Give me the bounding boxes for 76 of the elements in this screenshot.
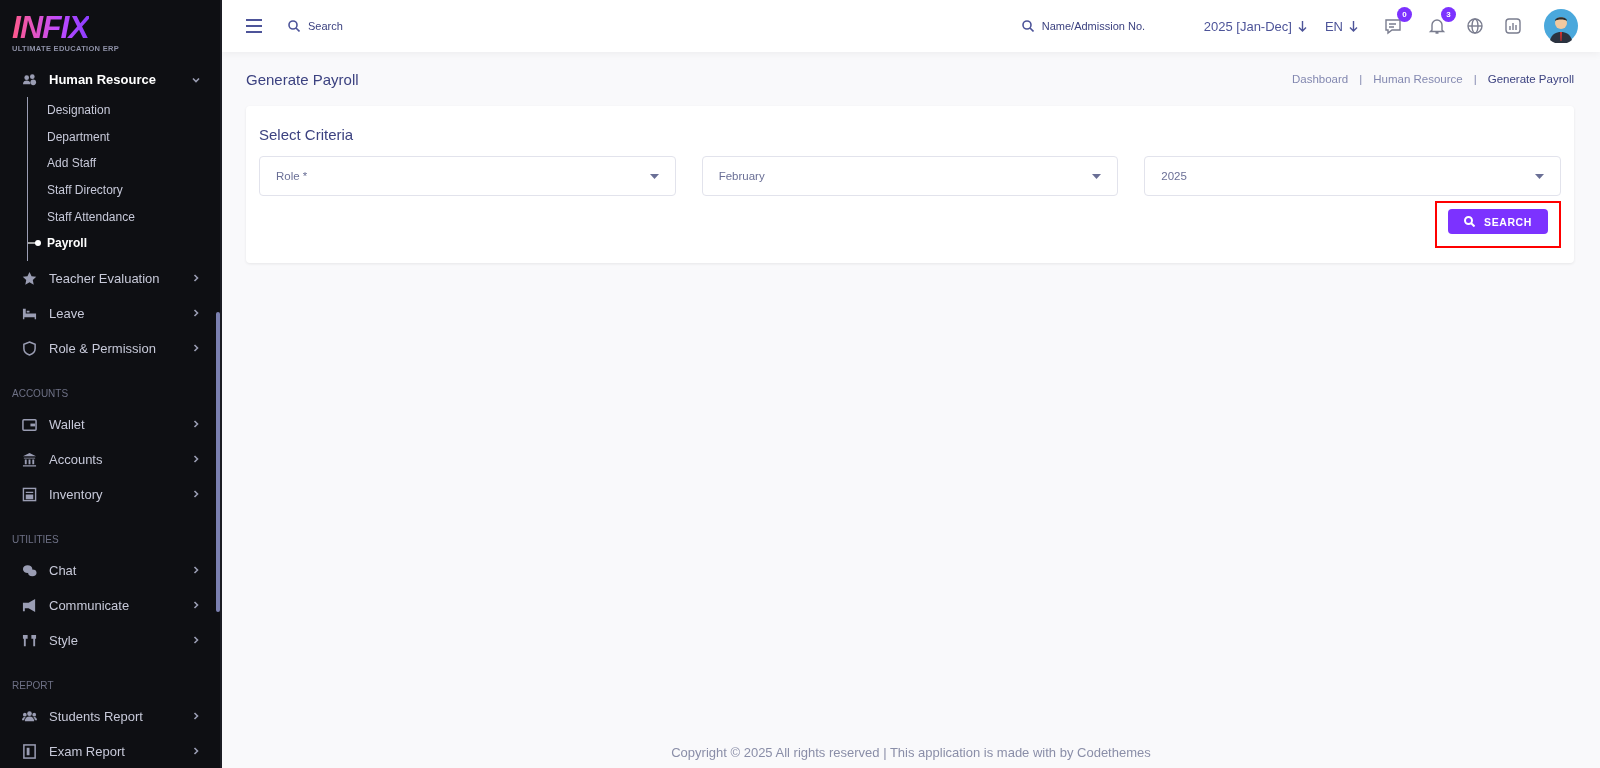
notification-count-badge: 3 xyxy=(1441,7,1456,22)
cabinet-icon xyxy=(22,486,37,502)
users-icon xyxy=(22,708,37,724)
sidebar-item[interactable]: Human Resource xyxy=(0,62,220,97)
report-icon xyxy=(22,743,37,759)
chevron-right-icon xyxy=(192,712,200,721)
message-icon[interactable] xyxy=(1384,17,1402,35)
sidebar-item[interactable]: Exam Report xyxy=(0,733,220,768)
select-field[interactable]: Role * xyxy=(259,156,676,196)
footer-text: Copyright © 2025 All rights reserved | This application is made with by Codethemes xyxy=(670,745,1152,762)
select-field[interactable]: 2025 xyxy=(1144,156,1561,196)
active-dot-icon xyxy=(28,240,41,247)
chevron-right-icon xyxy=(192,490,200,499)
chevron-down-icon xyxy=(192,75,200,84)
message-count-badge: 0 xyxy=(1397,7,1412,22)
breadcrumb-separator: | xyxy=(1359,73,1363,85)
chevron-right-icon xyxy=(192,455,200,464)
sidebar-item[interactable]: Communicate xyxy=(0,587,220,623)
sidebar-item[interactable]: Wallet xyxy=(0,406,220,442)
page-title: Generate Payroll xyxy=(246,70,360,88)
search-icon xyxy=(1464,216,1476,227)
chevron-right-icon xyxy=(192,566,200,575)
avatar[interactable] xyxy=(1544,9,1578,43)
sidebar-subitem[interactable]: Payroll xyxy=(28,229,220,257)
bell-icon[interactable] xyxy=(1428,17,1446,35)
chat-bubbles-icon xyxy=(22,562,37,578)
chevron-right-icon xyxy=(192,420,200,429)
sidebar-item[interactable]: Role & Permission xyxy=(0,330,220,366)
search-button[interactable]: SEARCH xyxy=(1448,209,1548,234)
breadcrumb-separator: | xyxy=(1473,73,1477,85)
sidebar-item[interactable]: Style xyxy=(0,622,220,658)
search-icon xyxy=(288,20,300,32)
chevron-right-icon xyxy=(192,601,200,610)
sidebar-subitem[interactable]: Department xyxy=(28,123,220,151)
chevron-right-icon xyxy=(192,636,200,645)
scrollbar-thumb[interactable] xyxy=(216,312,220,612)
sidebar-subitem[interactable]: Staff Directory xyxy=(28,176,220,204)
people-gear-icon xyxy=(22,72,37,87)
chevron-right-icon xyxy=(192,747,200,756)
caret-icon xyxy=(1092,173,1102,179)
select-field[interactable]: February xyxy=(701,156,1119,196)
sidebar-section-heading: REPORT xyxy=(11,678,55,693)
shield-icon xyxy=(22,340,37,356)
caret-icon xyxy=(1535,173,1544,179)
search-field[interactable]: Search xyxy=(306,19,430,33)
student-search-field[interactable]: Name/Admission No. xyxy=(1039,19,1164,33)
chevron-right-icon xyxy=(192,309,200,318)
sidebar-item[interactable]: Leave xyxy=(0,295,220,331)
star-icon xyxy=(22,270,37,286)
card-title: Select Criteria xyxy=(259,126,355,143)
chevron-right-icon xyxy=(192,274,200,283)
sidebar-item[interactable]: Accounts xyxy=(0,441,220,477)
sidebar-subitem[interactable]: Staff Attendance xyxy=(28,203,220,230)
wallet-icon xyxy=(22,416,37,432)
megaphone-icon xyxy=(22,597,37,613)
chevron-right-icon xyxy=(192,344,200,353)
bank-icon xyxy=(22,451,37,467)
brush-pair-icon xyxy=(22,632,37,648)
language-dropdown[interactable]: EN xyxy=(1324,18,1358,34)
sidebar-item[interactable]: Chat xyxy=(0,552,220,588)
menu-icon[interactable] xyxy=(246,19,262,33)
session-dropdown[interactable]: 2025 [Jan-Dec] xyxy=(1203,18,1307,34)
sidebar-section-heading: UTILITIES xyxy=(11,532,60,547)
chart-icon[interactable] xyxy=(1504,17,1522,35)
sidebar-item[interactable]: Students Report xyxy=(0,698,220,734)
search-icon xyxy=(1021,20,1034,32)
sidebar-subitem[interactable]: Designation xyxy=(28,97,220,124)
sidebar-subitem[interactable]: Add Staff xyxy=(28,150,220,177)
sidebar-item[interactable]: Teacher Evaluation xyxy=(0,260,220,296)
breadcrumb-link[interactable]: Generate Payroll xyxy=(1487,73,1574,85)
sidebar-section-heading: ACCOUNTS xyxy=(11,386,70,401)
globe-icon[interactable] xyxy=(1466,17,1484,35)
sidebar-item[interactable]: Inventory xyxy=(0,476,220,512)
arrow-down-icon xyxy=(1297,20,1307,32)
arrow-down-icon xyxy=(1349,20,1358,32)
caret-icon xyxy=(649,173,659,179)
